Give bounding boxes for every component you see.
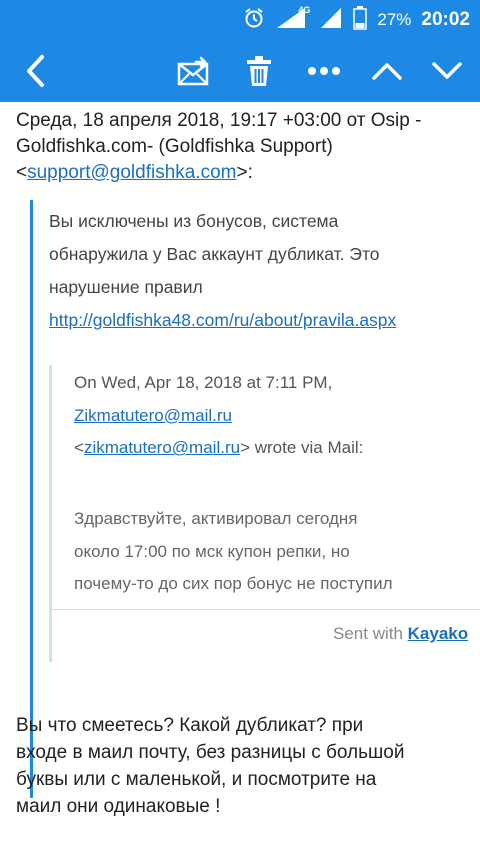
nested-suffix: > wrote via Mail: [240,438,364,457]
reply-line-2: входе в маил почту, без разницы с большо… [16,742,405,763]
nested-email-link[interactable]: zikmatutero@mail.ru [84,438,240,457]
kayako-link[interactable]: Kayako [408,624,468,643]
header-suffix: >: [236,162,253,183]
alarm-icon [243,7,265,34]
back-icon [27,55,44,87]
next-icon [432,62,462,79]
more-icon [308,67,340,75]
back-button[interactable] [14,40,58,102]
header-line-2: Goldfishka.com- (Goldfishka Support) [16,136,333,157]
quote-line-1: Вы исключены из бонусов, система [49,211,339,231]
header-prefix: < [16,162,28,183]
signal-icon: 4G [275,4,311,35]
next-button[interactable] [424,40,470,102]
sent-with: Sent with Kayako [333,624,468,644]
nested-line-1: On Wed, Apr 18, 2018 at 7:11 PM, [74,373,333,392]
sent-prefix: Sent with [333,624,408,643]
app-bar [0,40,480,102]
previous-icon [372,63,402,80]
sender-email-link[interactable]: support@goldfishka.com [27,162,236,183]
rules-link[interactable]: http://goldfishka48.com/ru/about/pravila… [49,310,396,330]
battery-icon [353,5,368,35]
quoted-message: Вы исключены из бонусов, система обнаруж… [30,200,480,798]
nested-quote: On Wed, Apr 18, 2018 at 7:11 PM, Zikmatu… [49,365,480,662]
delete-button[interactable] [237,40,281,102]
signal-icon-2 [319,6,343,35]
nested-sender-link[interactable]: Zikmatutero@mail.ru [74,406,232,425]
quote-line-3: нарушение правил [49,277,203,297]
status-bar: 4G 27% 20:02 [0,0,480,40]
move-button[interactable] [170,40,218,102]
nested-header: On Wed, Apr 18, 2018 at 7:11 PM, Zikmatu… [74,367,363,465]
nested-body-line-2: около 17:00 по мск купон репки, но [74,541,350,561]
reply-line-3: буквы или с маленькой, и посмотрите на [16,769,377,790]
more-button[interactable] [302,40,346,102]
reply-text: Вы что смеетесь? Какой дубликат? при вхо… [16,712,476,820]
nested-prefix: < [74,438,84,457]
nested-body-line-3: почему-то до сих пор бонус не поступил [74,574,393,593]
network-type: 4G [298,4,311,15]
quoted-text: Вы исключены из бонусов, система обнаруж… [49,205,480,337]
reply-line-4: маил они одинаковые ! [16,796,221,817]
nested-line-3: <zikmatutero@mail.ru> wrote via Mail: [74,432,363,465]
move-mail-icon [177,56,209,86]
divider [52,609,480,610]
email-header: Среда, 18 апреля 2018, 19:17 +03:00 от O… [16,108,480,186]
previous-button[interactable] [364,40,410,102]
email-body: Среда, 18 апреля 2018, 19:17 +03:00 от O… [0,102,480,854]
header-line-1: Среда, 18 апреля 2018, 19:17 +03:00 от O… [16,110,422,131]
clock: 20:02 [421,9,470,30]
quote-line-2: обнаружила у Вас аккаунт дубликат. Это [49,244,380,264]
nested-body-line-1: Здравствуйте, активировал сегодня [74,509,358,528]
battery-percent: 27% [377,10,412,29]
nested-body: Здравствуйте, активировал сегодня около … [74,503,393,601]
reply-line-1: Вы что смеетесь? Какой дубликат? при [16,715,364,736]
trash-icon [247,56,271,86]
header-line-3: <support@goldfishka.com>: [16,160,480,186]
